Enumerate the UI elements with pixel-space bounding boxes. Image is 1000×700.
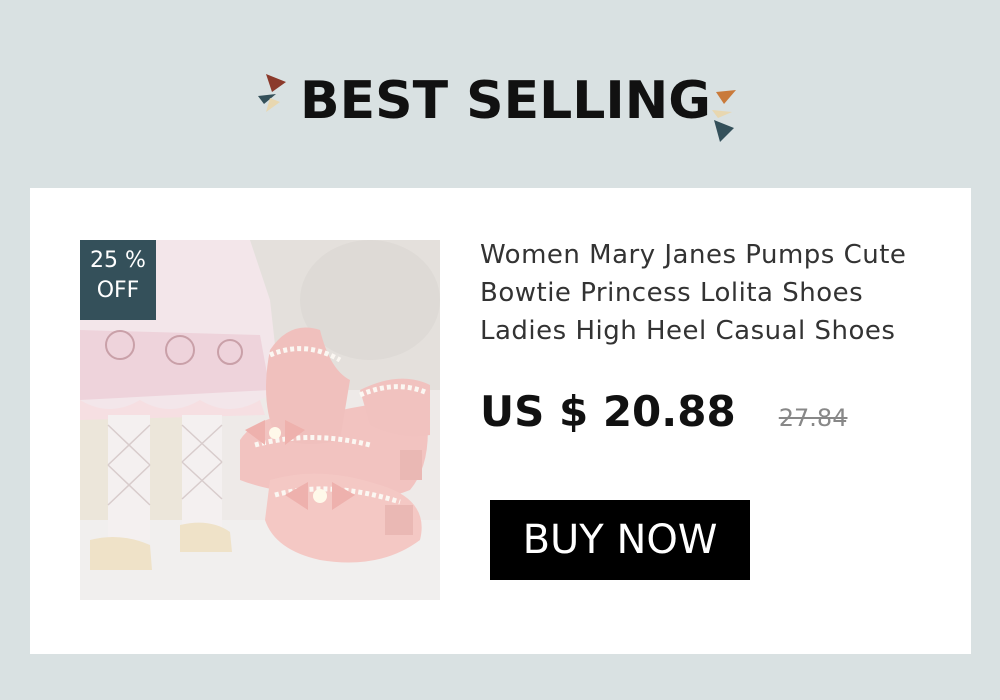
product-title[interactable]: Women Mary Janes Pumps Cute Bowtie Princ… xyxy=(480,236,940,350)
discount-off-label: OFF xyxy=(96,278,140,303)
confetti-left-icon xyxy=(258,74,286,112)
price-row: US $ 20.88 27.84 xyxy=(480,384,847,444)
original-price: 27.84 xyxy=(778,404,848,432)
buy-now-button[interactable]: BUY NOW xyxy=(490,500,750,580)
product-card: 25 % OFF Women Mary Janes Pumps Cute Bow… xyxy=(30,188,971,654)
product-image[interactable]: 25 % OFF xyxy=(80,240,440,600)
confetti-right-icon xyxy=(712,90,736,142)
discount-percent: 25 % xyxy=(90,248,146,273)
current-price: US $ 20.88 xyxy=(480,387,736,436)
discount-badge: 25 % OFF xyxy=(80,240,156,320)
section-header: BEST SELLING xyxy=(0,62,1000,142)
page-title: BEST SELLING xyxy=(300,71,711,131)
